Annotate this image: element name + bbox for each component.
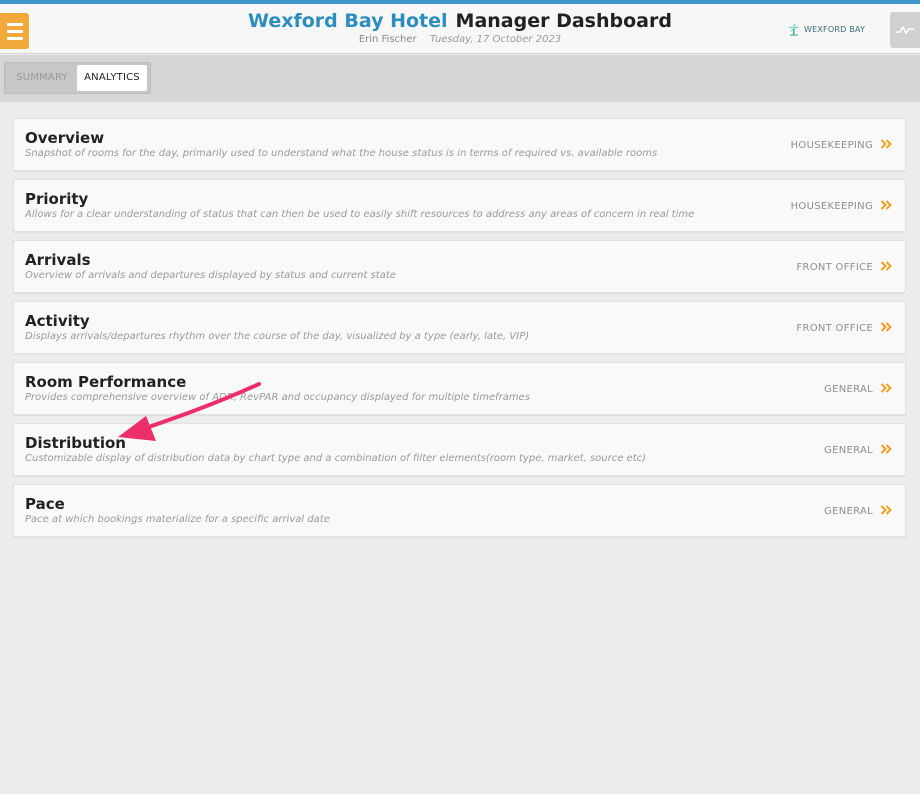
tab-analytics[interactable]: ANALYTICS: [77, 65, 147, 91]
header-subtitle: Erin Fischer Tuesday, 17 October 2023: [0, 33, 920, 46]
brand-name: WEXFORD BAY: [804, 24, 866, 34]
report-description: Pace at which bookings materialize for a…: [25, 514, 330, 525]
report-card-priority[interactable]: Priority Allows for a clear understandin…: [13, 179, 906, 232]
tab-toolbar: SUMMARY ANALYTICS: [0, 55, 920, 102]
report-description: Displays arrivals/departures rhythm over…: [25, 331, 530, 342]
current-date: Tuesday, 17 October 2023: [429, 34, 562, 45]
brand-logo: WEXFORD BAY: [787, 22, 865, 36]
report-title: Arrivals: [25, 251, 91, 269]
double-chevron-right-icon: [880, 322, 892, 332]
report-category: GENERAL: [824, 384, 873, 395]
report-title: Overview: [25, 129, 105, 147]
report-card-arrivals[interactable]: Arrivals Overview of arrivals and depart…: [13, 240, 906, 293]
double-chevron-right-icon: [880, 139, 892, 149]
report-category: FRONT OFFICE: [796, 323, 873, 334]
double-chevron-right-icon: [880, 505, 892, 515]
app-header: Wexford Bay Hotel Manager Dashboard Erin …: [0, 4, 920, 54]
report-title: Room Performance: [25, 373, 187, 391]
report-description: Provides comprehensive overview of ADR, …: [25, 392, 531, 403]
report-category: GENERAL: [824, 506, 873, 517]
report-card-distribution[interactable]: Distribution Customizable display of dis…: [13, 423, 906, 476]
report-card-pace[interactable]: Pace Pace at which bookings materialize …: [13, 484, 906, 537]
double-chevron-right-icon: [880, 383, 892, 393]
report-description: Snapshot of rooms for the day, primarily…: [25, 148, 658, 159]
report-description: Customizable display of distribution dat…: [25, 453, 647, 464]
report-title: Priority: [25, 190, 89, 208]
double-chevron-right-icon: [880, 200, 892, 210]
hotel-name: Wexford Bay Hotel: [248, 10, 448, 32]
activity-button[interactable]: [890, 12, 920, 48]
report-card-room-performance[interactable]: Room Performance Provides comprehensive …: [13, 362, 906, 415]
page-title-block: Wexford Bay Hotel Manager Dashboard Erin …: [0, 4, 920, 46]
double-chevron-right-icon: [880, 261, 892, 271]
report-title: Pace: [25, 495, 65, 513]
report-description: Overview of arrivals and departures disp…: [25, 270, 396, 281]
tab-switcher: SUMMARY ANALYTICS: [4, 62, 151, 94]
report-category: HOUSEKEEPING: [790, 201, 873, 212]
report-category: FRONT OFFICE: [796, 262, 873, 273]
palm-tree-icon: [788, 23, 800, 36]
tab-summary[interactable]: SUMMARY: [7, 65, 77, 91]
report-title: Activity: [25, 312, 90, 330]
pulse-icon: [896, 26, 914, 34]
report-description: Allows for a clear understanding of stat…: [25, 209, 695, 220]
double-chevron-right-icon: [880, 444, 892, 454]
page-title: Wexford Bay Hotel Manager Dashboard: [0, 10, 920, 32]
report-card-activity[interactable]: Activity Displays arrivals/departures rh…: [13, 301, 906, 354]
report-card-overview[interactable]: Overview Snapshot of rooms for the day, …: [13, 118, 906, 171]
dashboard-title: Manager Dashboard: [455, 10, 672, 32]
report-category: HOUSEKEEPING: [790, 140, 873, 151]
user-name: Erin Fischer: [358, 34, 417, 45]
report-category: GENERAL: [824, 445, 873, 456]
report-title: Distribution: [25, 434, 126, 452]
